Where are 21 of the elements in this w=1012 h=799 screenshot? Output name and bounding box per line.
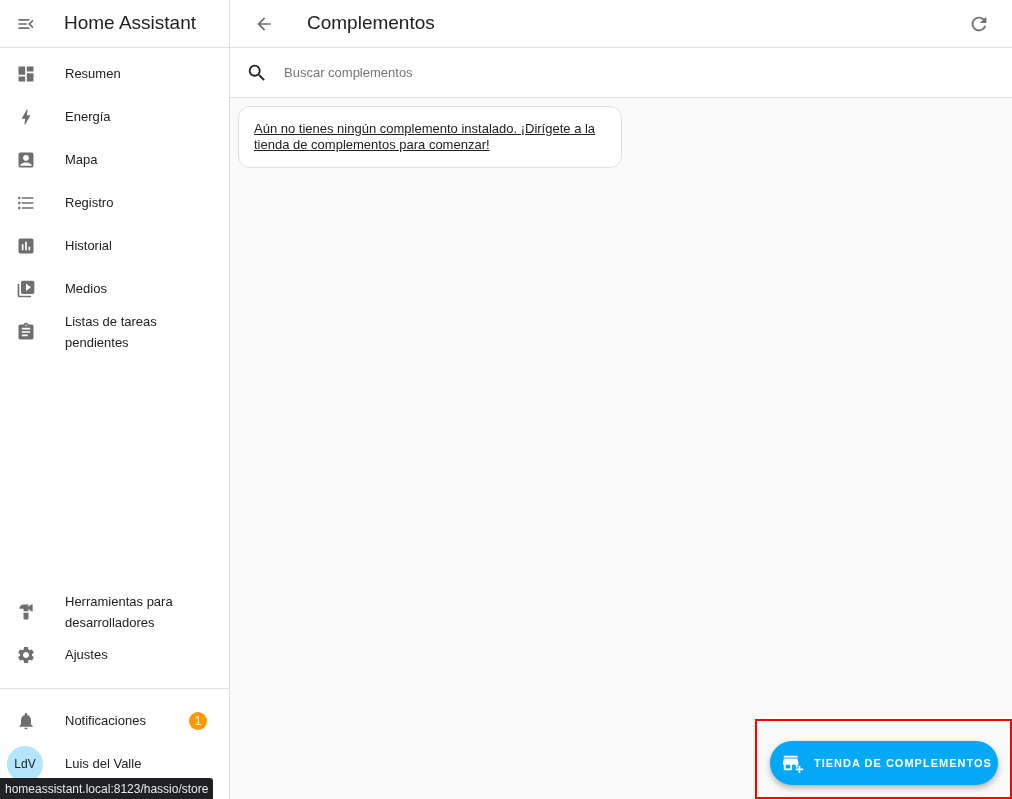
nav-item[interactable]: Notificaciones 1 [0,699,229,742]
notification-badge: 1 [189,711,207,730]
page-title: Complementos [307,11,436,36]
nav-item[interactable]: Listas de tareas pendientes [0,310,229,353]
nav-item[interactable]: Mapa [0,138,229,181]
nav-item[interactable]: Medios [0,267,229,310]
nav-item[interactable]: Resumen [0,52,229,95]
search-bar[interactable]: Buscar complementos [230,48,1012,98]
store-link[interactable]: Aún no tienes ningún complemento instalado. ¡Dirígete a la tienda de complementos para comenzar! [254,121,606,153]
status-url-tooltip: homeassistant.local:8123/hassio/store [0,778,214,799]
settings-icon [16,644,36,665]
nav-item[interactable]: Registro [0,181,229,224]
nav-item[interactable]: Historial [0,224,229,267]
search-input[interactable]: Buscar complementos [284,57,996,88]
bell-icon [16,710,36,731]
nav-item[interactable]: Ajustes [0,633,229,676]
app-title: Home Assistant [64,11,196,36]
media-icon [16,278,36,299]
nav-item[interactable]: Energía [0,95,229,138]
clipboard-icon [16,321,36,342]
nav-item[interactable]: Herramientas para desarrolladores [0,590,229,633]
